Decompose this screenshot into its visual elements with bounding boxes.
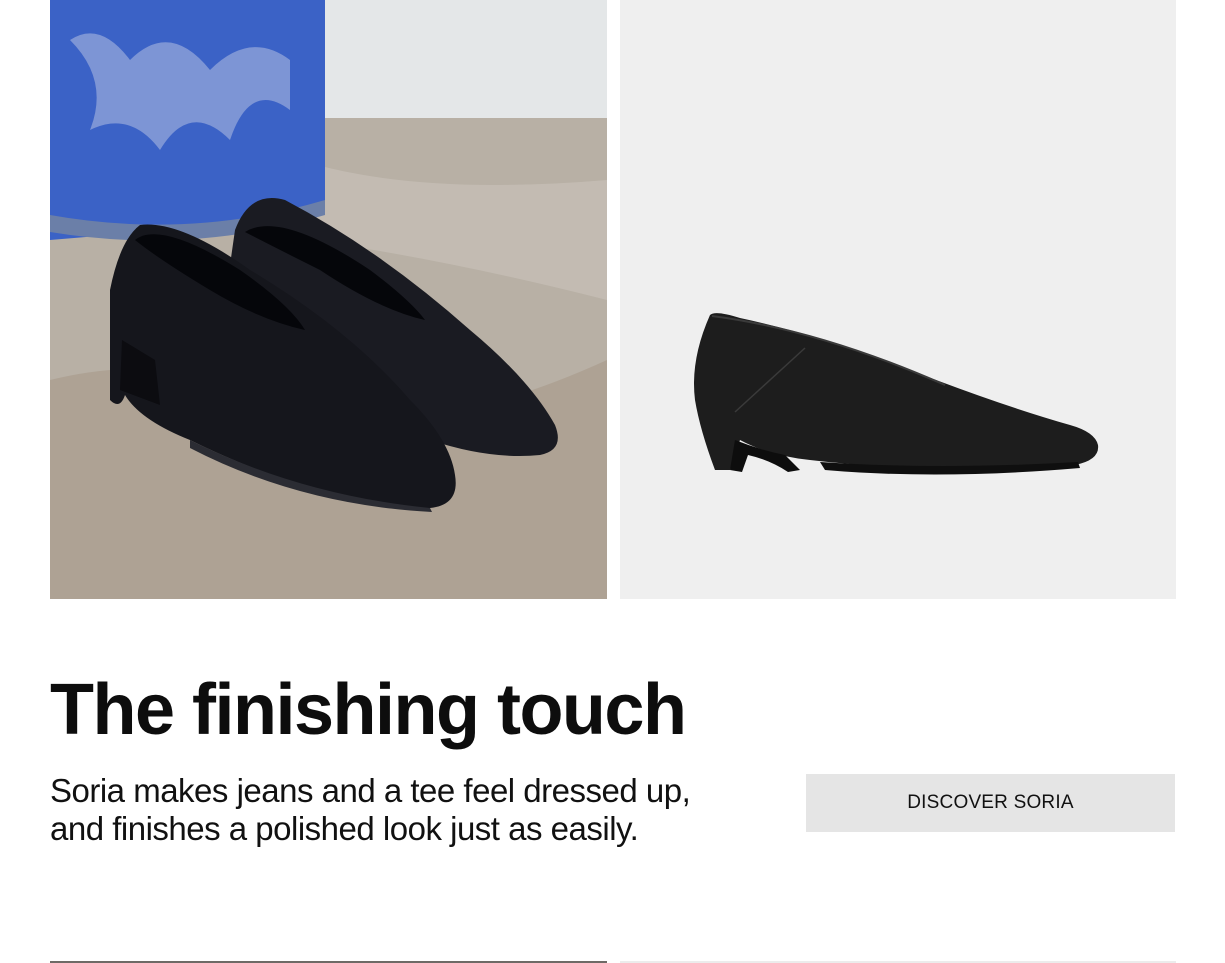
section-description: Soria makes jeans and a tee feel dressed…	[50, 772, 770, 848]
product-image[interactable]	[620, 0, 1176, 599]
description-line-1: Soria makes jeans and a tee feel dressed…	[50, 772, 691, 809]
section-title: The finishing touch	[50, 670, 687, 750]
page: The finishing touch Soria makes jeans an…	[0, 0, 1225, 963]
lifestyle-image[interactable]	[50, 0, 607, 599]
shoe-pair-lifestyle-image	[50, 0, 607, 599]
discover-soria-button[interactable]: DISCOVER SORIA	[806, 774, 1175, 832]
shoe-product-image	[620, 0, 1176, 599]
description-line-2: and finishes a polished look just as eas…	[50, 810, 639, 847]
